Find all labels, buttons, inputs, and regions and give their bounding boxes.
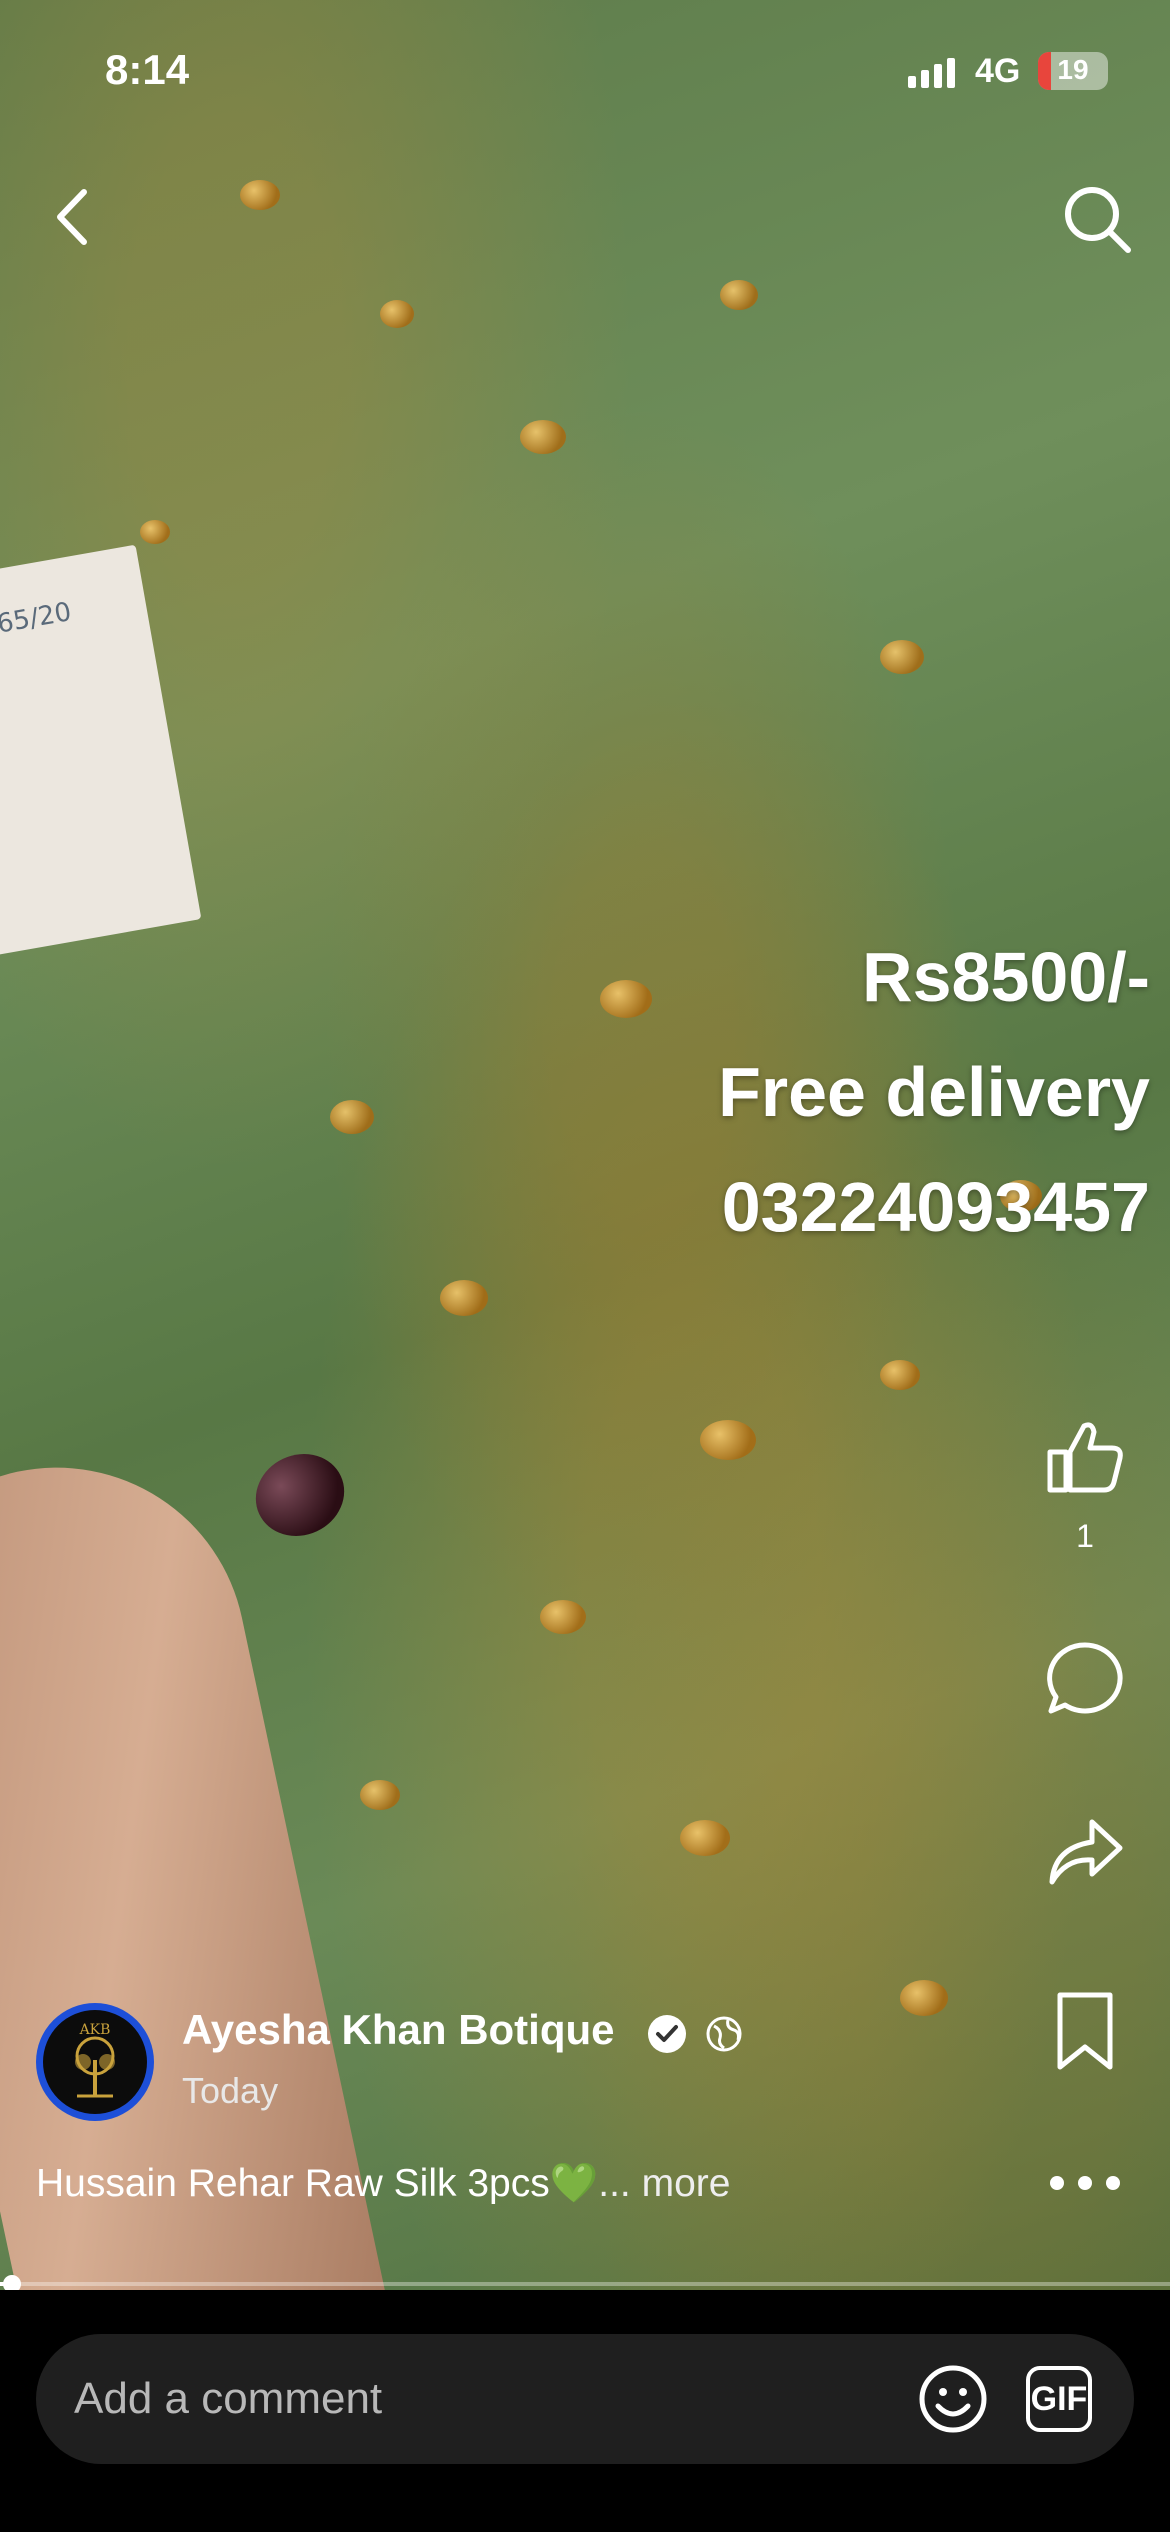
price-overlay: Rs8500/- Free delivery 03224093457 xyxy=(718,920,1150,1265)
caption-text: Hussain Rehar Raw Silk 3pcs xyxy=(36,2162,550,2205)
battery-icon: 19 xyxy=(1038,52,1108,90)
dot xyxy=(1050,2176,1064,2190)
author-name[interactable]: Ayesha Khan Botique xyxy=(182,2006,615,2054)
comment-icon xyxy=(1047,1642,1123,1714)
paper-note: 65/20 xyxy=(0,544,202,956)
heart-emoji: 💚 xyxy=(549,2162,599,2205)
verified-badge-icon xyxy=(648,2015,686,2053)
comment-placeholder: Add a comment xyxy=(74,2374,383,2423)
save-button[interactable] xyxy=(1040,1985,1130,2075)
phone-text: 03224093457 xyxy=(721,1168,1150,1246)
thumbs-up-icon xyxy=(1047,1422,1123,1493)
status-bar: 8:14 4G 19 xyxy=(0,0,1170,150)
bookmark-icon xyxy=(1057,1992,1113,2070)
share-button[interactable] xyxy=(1040,1810,1130,1900)
globe-icon xyxy=(706,2016,742,2052)
like-count: 1 xyxy=(1076,1518,1094,1554)
share-icon xyxy=(1049,1819,1123,1885)
like-button[interactable] xyxy=(1040,1410,1130,1500)
status-time: 8:14 xyxy=(105,46,190,93)
chevron-left-icon xyxy=(57,189,87,245)
comment-button[interactable] xyxy=(1040,1635,1130,1725)
comment-bar: Add a comment GIF xyxy=(0,2290,1170,2532)
emoji-icon[interactable] xyxy=(916,2362,990,2436)
post-time: Today xyxy=(182,2070,279,2111)
signal-icon xyxy=(908,58,955,88)
caption[interactable]: Hussain Rehar Raw Silk 3pcs💚... more xyxy=(36,2160,730,2206)
network-type: 4G xyxy=(975,52,1021,90)
search-button[interactable] xyxy=(1058,180,1138,260)
video-progress-bar[interactable] xyxy=(0,2275,1170,2293)
dot xyxy=(1106,2176,1120,2190)
search-icon xyxy=(1065,187,1131,253)
comment-input[interactable]: Add a comment GIF xyxy=(36,2334,1134,2464)
price-text: Rs8500/- xyxy=(862,938,1150,1016)
see-more-link[interactable]: ... more xyxy=(598,2162,730,2205)
avatar[interactable]: AKB xyxy=(36,2003,154,2121)
delivery-text: Free delivery xyxy=(718,1053,1150,1131)
more-options-button[interactable] xyxy=(1050,2163,1120,2203)
tree-logo-icon xyxy=(75,2036,115,2098)
fingernail xyxy=(242,1439,358,1551)
dot xyxy=(1078,2176,1092,2190)
back-button[interactable] xyxy=(48,182,98,252)
battery-level: 19 xyxy=(1057,54,1089,85)
gif-button[interactable]: GIF xyxy=(1026,2366,1092,2432)
